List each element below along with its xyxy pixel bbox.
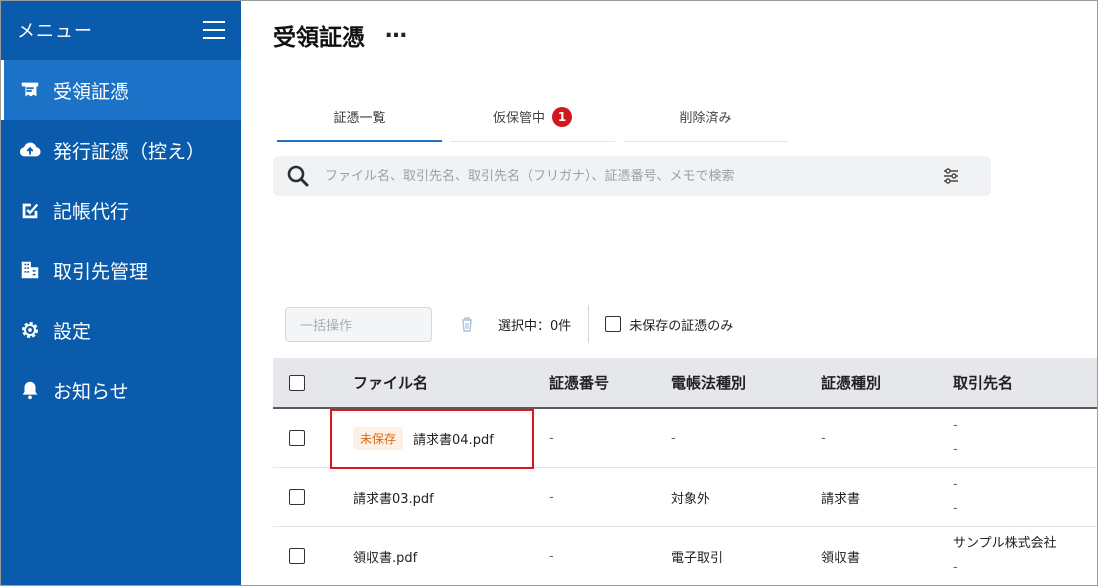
tab-deleted[interactable]: 削除済み [623, 92, 788, 142]
sidebar-item-bookkeeping[interactable]: 記帳代行 [0, 180, 241, 240]
header-doc-number[interactable]: 証憑番号 [549, 372, 671, 393]
partner-name: - [953, 477, 958, 492]
law-type: - [671, 430, 676, 446]
header-law-type[interactable]: 電帳法種別 [671, 372, 821, 393]
table-row[interactable]: 未保存 請求書04.pdf - - - - - [273, 409, 1098, 468]
partner-kana: - [953, 442, 958, 457]
sidebar-item-received[interactable]: 受領証憑 [0, 60, 241, 120]
sidebar-item-label: 取引先管理 [53, 260, 149, 283]
header-partner[interactable]: 取引先名 [953, 372, 1098, 393]
law-type: 対象外 [671, 491, 711, 507]
tab-list[interactable]: 証憑一覧 [277, 92, 442, 142]
header-doc-type[interactable]: 証憑種別 [821, 372, 953, 393]
search-input[interactable] [325, 168, 935, 184]
law-type: 電子取引 [671, 550, 724, 566]
more-options-button[interactable]: … [385, 18, 408, 43]
sidebar-item-label: 発行証憑（控え） [53, 140, 206, 163]
tab-label: 証憑一覧 [333, 110, 386, 126]
partner-name: - [953, 418, 958, 433]
doc-type: 請求書 [821, 491, 861, 507]
row-checkbox[interactable] [289, 430, 305, 446]
main-content: 受領証憑 … 証憑一覧 仮保管中 1 削除済み 一括操作 [241, 0, 1098, 586]
file-name[interactable]: 請求書04.pdf [413, 429, 494, 448]
sidebar-item-issued[interactable]: 発行証憑（控え） [0, 120, 241, 180]
doc-number: - [549, 548, 554, 564]
table-row[interactable]: 領収書.pdf - 電子取引 領収書 サンプル株式会社 - [273, 527, 1098, 586]
table-row[interactable]: 請求書03.pdf - 対象外 請求書 - - [273, 468, 1098, 527]
bulk-action-button[interactable]: 一括操作 [285, 306, 432, 342]
divider [588, 305, 590, 343]
sidebar-item-label: お知らせ [53, 380, 129, 403]
sidebar-item-settings[interactable]: 設定 [0, 300, 241, 360]
cloud-upload-icon [18, 138, 42, 162]
selected-count: 選択中：0件 [498, 318, 572, 334]
gear-icon [18, 318, 42, 342]
sidebar-item-label: 受領証憑 [53, 80, 130, 103]
doc-type: 領収書 [821, 550, 861, 566]
trash-icon[interactable] [458, 315, 476, 333]
building-icon [18, 258, 42, 282]
unsaved-only-filter[interactable]: 未保存の証憑のみ [605, 315, 733, 334]
bell-icon [18, 378, 42, 402]
receipt-icon [18, 78, 42, 102]
select-all-checkbox[interactable] [289, 374, 305, 391]
hamburger-menu-icon[interactable] [203, 21, 225, 39]
bulk-toolbar: 一括操作 選択中：0件 未保存の証憑のみ [285, 305, 733, 343]
row-checkbox[interactable] [289, 489, 305, 505]
partner-name: サンプル株式会社 [953, 536, 1057, 551]
tab-label: 仮保管中 [492, 111, 545, 126]
sidebar-item-label: 記帳代行 [53, 200, 130, 223]
sidebar-item-label: 設定 [53, 320, 92, 343]
file-name[interactable]: 領収書.pdf [353, 547, 417, 566]
page-title: 受領証憑 [273, 25, 365, 51]
tab-bar: 証憑一覧 仮保管中 1 削除済み [277, 92, 788, 142]
sidebar-header: メニュー [0, 0, 241, 60]
edit-check-icon [18, 198, 42, 222]
doc-type: - [821, 430, 826, 446]
sidebar-item-notices[interactable]: お知らせ [0, 360, 241, 420]
filter-settings-icon[interactable] [941, 166, 961, 186]
tab-label: 削除済み [679, 111, 732, 126]
unsaved-only-checkbox[interactable] [605, 316, 622, 332]
doc-number: - [549, 430, 554, 446]
search-bar [273, 156, 991, 196]
unsaved-only-label: 未保存の証憑のみ [629, 318, 734, 334]
row-checkbox[interactable] [289, 548, 305, 564]
header-file-name[interactable]: ファイル名 [353, 372, 549, 393]
partner-kana: - [953, 560, 958, 575]
tab-temporary[interactable]: 仮保管中 1 [450, 92, 615, 142]
sidebar-title: メニュー [17, 21, 93, 42]
count-badge: 1 [552, 106, 572, 127]
sidebar-item-partners[interactable]: 取引先管理 [0, 240, 241, 300]
search-icon [287, 165, 309, 187]
partner-kana: - [953, 501, 958, 516]
sidebar: メニュー 受領証憑 発行証憑（控え） 記帳代行 取引先管理 設定 お知らせ [0, 0, 241, 586]
table-header: ファイル名 証憑番号 電帳法種別 証憑種別 取引先名 [273, 358, 1098, 409]
file-name[interactable]: 請求書03.pdf [353, 488, 434, 507]
unsaved-tag: 未保存 [353, 426, 404, 450]
doc-number: - [549, 489, 554, 505]
documents-table: ファイル名 証憑番号 電帳法種別 証憑種別 取引先名 未保存 請求書04.pdf… [273, 358, 1098, 586]
